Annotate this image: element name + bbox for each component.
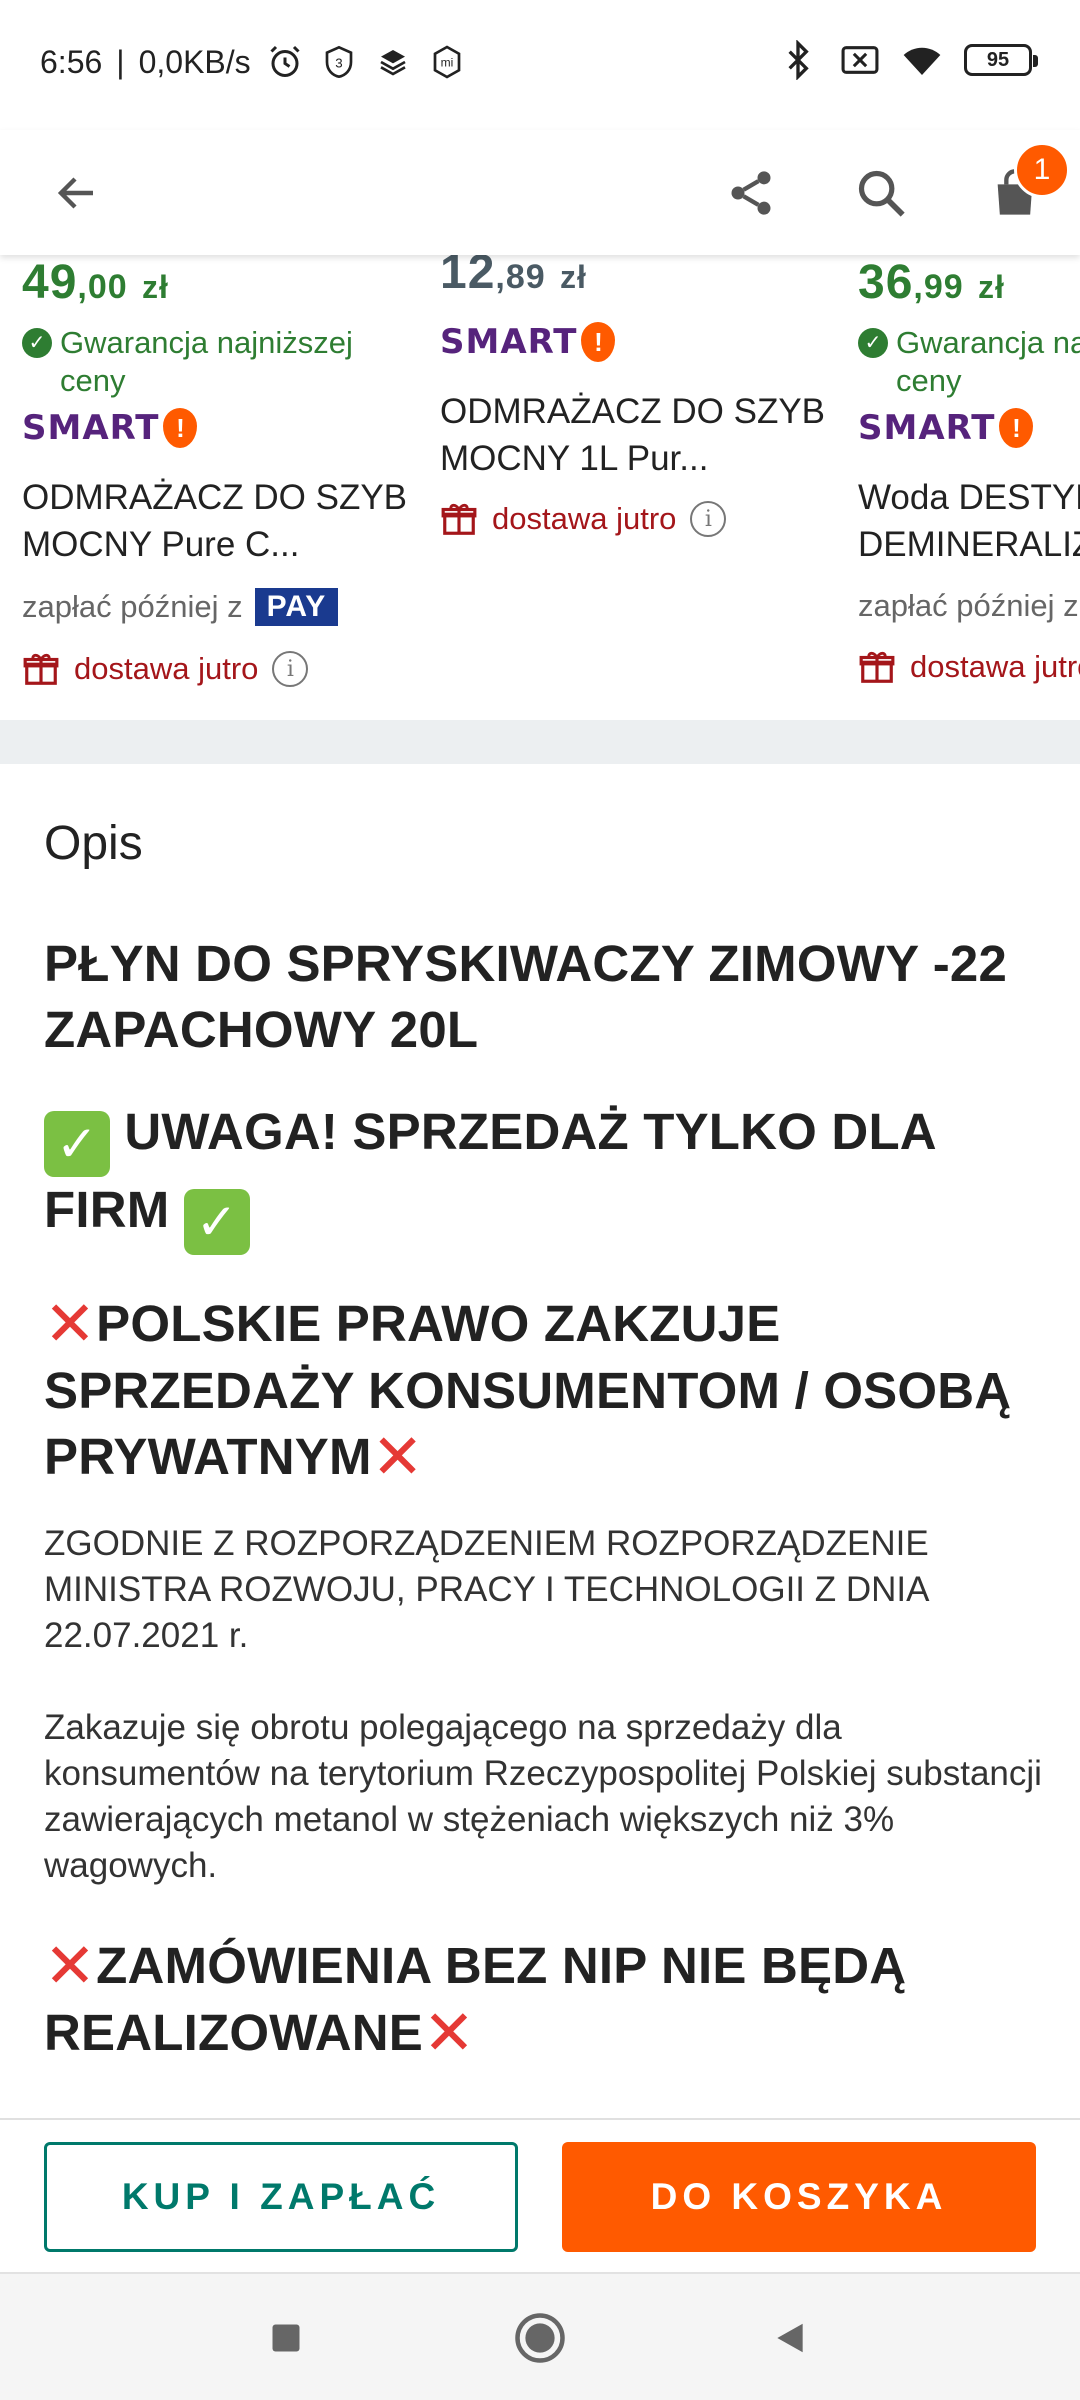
bluetooth-icon [778,40,818,80]
cart-count-badge: 1 [1014,142,1070,198]
section-divider [0,720,1080,764]
svg-text:mi: mi [440,56,453,70]
status-right: 95 [778,40,1038,80]
pay-later: zapłać później z PAY [22,588,422,626]
shield-icon: 3 [319,42,359,82]
regulation-text: ZGODNIE Z ROZPORZĄDZENIEM ROZPORZĄDZENIE… [44,1524,929,1655]
check-mark-icon: ✓ [183,1189,250,1255]
cross-mark-icon: ✕ [371,1423,424,1492]
wifi-icon [902,40,942,80]
cart-button[interactable]: 1 [982,142,1070,226]
product-card[interactable]: 49,00 zł ✓ Gwarancja najniższej ceny SMA… [22,255,422,688]
product-name[interactable]: ODMRAŻACZ DO SZYB MOCNY 1L Pur... [440,388,840,482]
layers-icon [373,42,413,82]
gift-icon [23,653,59,685]
gift-icon [859,651,895,683]
cross-mark-icon: ✕ [44,1290,97,1359]
product-price: 36,99 zł [858,256,1005,309]
app-toolbar: 1 [0,130,1080,255]
delivery-info: dostawa jutro [858,648,1080,686]
cross-mark-icon: ✕ [423,1999,476,2068]
delivery-info: dostawa jutro i [22,650,422,688]
search-icon [858,170,905,217]
arrow-left-icon [57,177,93,209]
smart-badge: SMART ! [858,404,1080,452]
delivery-info: dostawa jutro i [440,500,840,538]
share-icon [731,171,771,215]
cross-mark-icon: ✕ [44,1932,97,2001]
info-icon[interactable]: i [272,651,309,687]
lowest-price-guarantee: ✓ Gwarancja najniższej ceny [858,324,1080,400]
smart-badge: SMART ! [22,404,422,452]
back-nav-button[interactable] [762,2310,818,2366]
mi-icon: mi [427,42,467,82]
share-button[interactable] [718,160,784,226]
badge-check-icon: ✓ [858,328,888,358]
smart-badge: SMART ! [440,318,840,366]
status-bar: 6:56 | 0,0KB/s 3 mi 95 [0,0,1080,130]
gift-icon [441,503,477,535]
alarm-icon [265,42,305,82]
back-button[interactable] [44,160,110,226]
system-nav-bar [0,2272,1080,2400]
law-warning: ✕POLSKIE PRAWO ZAKZUJE SPRZEDAŻY KONSUME… [44,1290,1012,1492]
no-sim-icon [840,40,880,80]
smart-exclamation-icon: ! [999,408,1034,448]
smart-exclamation-icon: ! [581,322,616,362]
battery-indicator: 95 [964,44,1038,76]
product-card[interactable]: 12,89 zł SMART ! ODMRAŻACZ DO SZYB MOCNY… [440,255,840,538]
business-only-warning: ✓ UWAGA! SPRZEDAŻ TYLKO DLA FIRM ✓ [44,1099,1044,1255]
svg-text:3: 3 [335,55,342,70]
check-mark-icon: ✓ [44,1111,110,1177]
pay-later: zapłać później z [858,588,1079,623]
network-speed: 0,0KB/s [138,43,251,80]
nip-warning: ✕ZAMÓWIENIA BEZ NIP NIE BĘDĄ REALIZOWANE… [44,1932,907,2068]
ban-text: Zakazuje się obrotu polegającego na sprz… [44,1708,1042,1885]
pay-badge: PAY [254,588,339,626]
related-products-carousel[interactable]: 49,00 zł ✓ Gwarancja najniższej ceny SMA… [0,255,1080,720]
add-to-cart-button[interactable]: DO KOSZYKA [562,2142,1036,2252]
product-name[interactable]: ODMRAŻACZ DO SZYB MOCNY Pure C... [22,474,422,568]
product-name[interactable]: Woda DESTYLOWANA DEMINERALIZOWANA [858,474,1080,568]
status-left: 6:56 | 0,0KB/s 3 mi [40,42,467,82]
circle-icon [515,2313,565,2363]
badge-check-icon: ✓ [22,328,52,358]
clock: 6:56 [40,43,103,80]
section-title: Opis [44,817,143,870]
triangle-left-icon [777,2323,803,2353]
lowest-price-guarantee: ✓ Gwarancja najniższej ceny [22,324,422,400]
home-button[interactable] [512,2310,568,2366]
recents-button[interactable] [258,2310,314,2366]
info-icon[interactable]: i [690,501,727,537]
purchase-actions: KUP I ZAPŁAĆ DO KOSZYKA [0,2118,1080,2272]
product-description: Opis PŁYN DO SPRYSKIWACZY ZIMOWY -22 ZAP… [44,764,1044,2067]
search-button[interactable] [848,160,914,226]
product-price: 49,00 zł [22,256,169,309]
square-icon [272,2324,300,2352]
description-headline: PŁYN DO SPRYSKIWACZY ZIMOWY -22 ZAPACHOW… [44,935,1008,1058]
product-card[interactable]: 36,99 zł ✓ Gwarancja najniższej ceny SMA… [858,255,1080,686]
buy-now-button[interactable]: KUP I ZAPŁAĆ [44,2142,518,2252]
smart-exclamation-icon: ! [163,408,198,448]
product-price: 12,89 zł [440,255,587,299]
